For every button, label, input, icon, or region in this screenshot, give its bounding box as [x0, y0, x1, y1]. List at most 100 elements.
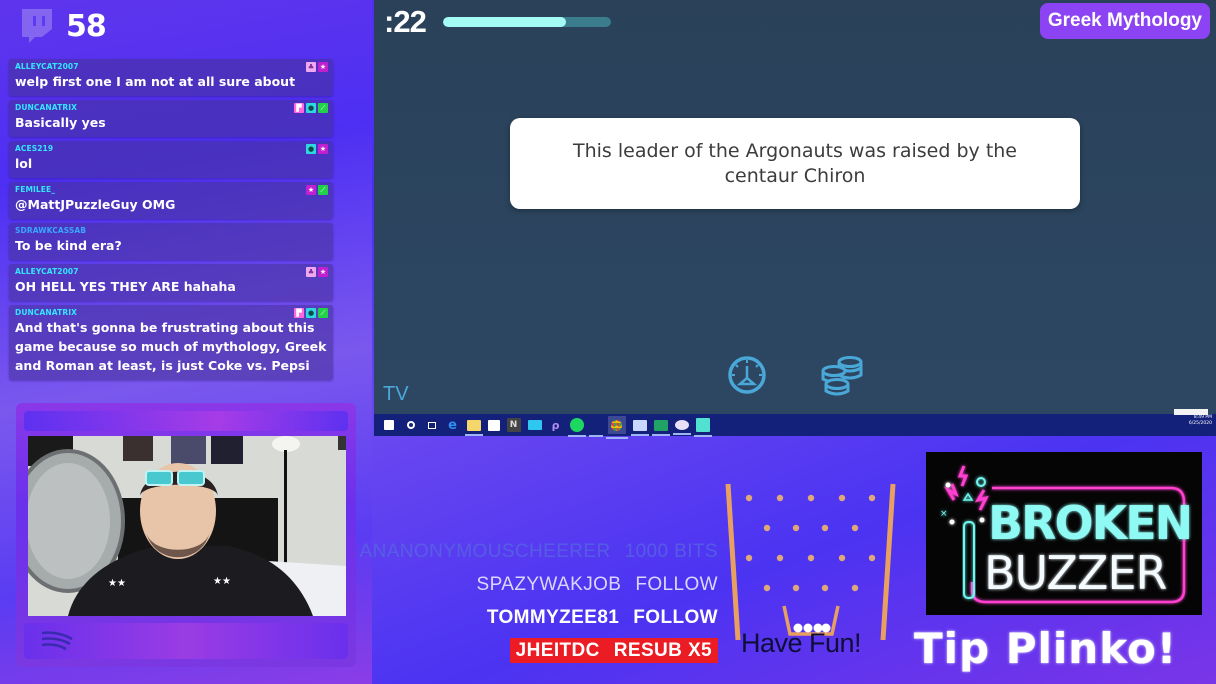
green-badge-icon: ⟋	[318, 103, 328, 113]
chat-username[interactable]: FEMILEE_	[15, 185, 327, 195]
question-text: This leader of the Argonauts was raised …	[573, 139, 1017, 187]
category-badge: Greek Mythology	[1039, 3, 1210, 39]
plinko-peg	[745, 494, 753, 502]
plinko-peg	[792, 524, 800, 532]
timer-progress-bar	[443, 17, 611, 27]
chat-badges: ♣ ★	[306, 62, 328, 72]
pink-light-badge-icon: ♣	[306, 62, 316, 72]
excel-icon[interactable]	[651, 419, 670, 436]
app-icon[interactable]: ρ	[549, 418, 563, 432]
alert-action: RESUB X5	[613, 640, 712, 661]
chat-message: ALLEYCAT2007 OH HELL YES THEY ARE hahaha ♣…	[9, 264, 333, 301]
chat-text: And that's gonna be frustrating about th…	[15, 320, 327, 373]
chat-message: FEMILEE_ @MattJPuzzleGuy OMG ★ ⟋	[9, 182, 333, 219]
magenta-badge-icon: ★	[318, 267, 328, 277]
category-label: Greek Mythology	[1047, 10, 1202, 31]
alert-action: FOLLOW	[633, 607, 718, 628]
plinko-peg	[807, 494, 815, 502]
app2-icon[interactable]	[693, 418, 712, 437]
game-screen: :22 Greek Mythology This leader of the A…	[374, 0, 1216, 414]
windows-taskbar: e N ρ 8:49 PM 6/25/2020	[374, 409, 1216, 439]
plinko-peg	[838, 494, 846, 502]
cyan-badge-icon: ●	[306, 144, 316, 154]
chat-badges: ▛ ● ⟋	[294, 308, 328, 318]
tv-label: TV	[383, 383, 409, 405]
alert-row: TOMMYZEE81 FOLLOW	[360, 604, 718, 637]
coins-icon[interactable]	[820, 355, 864, 397]
question-card: This leader of the Argonauts was raised …	[510, 118, 1080, 209]
countdown-timer: :22	[384, 4, 427, 39]
windows-start-icon[interactable]	[384, 420, 394, 430]
clock-date: 6/25/2020	[1188, 421, 1212, 426]
chat-text: lol	[15, 156, 33, 171]
cortana-icon[interactable]	[404, 418, 418, 432]
chat-text: Basically yes	[15, 115, 106, 130]
webcam-frame-bottom	[24, 623, 348, 659]
alert-user: TOMMYZEE81	[486, 607, 620, 628]
chat-username[interactable]: DUNCANATRIX	[15, 308, 327, 318]
alert-row: ANANONYMOUSCHEERER 1000 BITS	[360, 538, 718, 571]
task-view-icon[interactable]	[425, 418, 439, 432]
edge-icon[interactable]: e	[446, 418, 460, 433]
alert-user: SPAZYWAKJOB	[476, 574, 622, 595]
plinko-peg	[776, 494, 784, 502]
system-tray[interactable]: 8:49 PM 6/25/2020	[1174, 409, 1212, 427]
logo-sparkle-icons: ×	[940, 465, 989, 525]
chat-username[interactable]: DUNCANATRIX	[15, 103, 327, 113]
file-explorer-icon[interactable]	[464, 419, 483, 436]
plinko-peg	[868, 554, 876, 562]
broken-buzzer-logo: × BROKEN BUZZER	[926, 452, 1202, 615]
cyan-badge-icon: ●	[306, 103, 316, 113]
alert-row: SPAZYWAKJOB FOLLOW	[360, 571, 718, 604]
webcam-frame: ★★ ★★	[16, 403, 356, 667]
plinko-peg	[851, 524, 859, 532]
chat-badges: ★ ⟋	[306, 185, 328, 195]
chat-message: ALLEYCAT2007 welp first one I am not at a…	[9, 59, 333, 96]
webcam-video: ★★ ★★	[28, 436, 346, 616]
plinko-peg	[792, 584, 800, 592]
pinkbar-badge-icon: ▛	[294, 103, 304, 113]
chat-panel: 58 ALLEYCAT2007 welp first one I am not a…	[0, 0, 372, 684]
chat-badges: ♣ ★	[306, 267, 328, 277]
chat-username[interactable]: ALLEYCAT2007	[15, 267, 327, 277]
notion-icon[interactable]: N	[506, 418, 521, 432]
twitch-icon	[22, 9, 52, 43]
chat-username[interactable]: ACES219	[15, 144, 327, 154]
empty-slot	[588, 418, 603, 437]
webcam-image: ★★ ★★	[28, 436, 346, 616]
svg-text:★★: ★★	[213, 576, 231, 587]
alerts-list: ANANONYMOUSCHEERER 1000 BITS SPAZYWAKJOB FO…	[360, 538, 718, 670]
magenta-badge-icon: ★	[318, 144, 328, 154]
chrome-icon[interactable]	[605, 416, 628, 439]
plinko-peg	[776, 554, 784, 562]
svg-text:★★: ★★	[108, 578, 126, 589]
chat-message: DUNCANATRIX And that's gonna be frustrati…	[9, 305, 333, 380]
chat-message: ACES219 lol ● ★	[9, 141, 333, 178]
chat-username[interactable]: SDRAWKCASSAB	[15, 226, 327, 236]
chat-badges: ▛ ● ⟋	[294, 103, 328, 113]
chat-text: OH HELL YES THEY ARE hahaha	[15, 279, 236, 294]
alert-action: FOLLOW	[635, 574, 718, 595]
tip-plinko-label: Tip Plinko!	[914, 624, 1178, 673]
paint-icon[interactable]	[672, 420, 691, 435]
plinko-left-wall	[725, 483, 741, 641]
speedometer-icon[interactable]	[726, 354, 768, 396]
logo-line2: BUZZER	[984, 546, 1167, 600]
pink-light-badge-icon: ♣	[306, 267, 316, 277]
chat-username[interactable]: ALLEYCAT2007	[15, 62, 327, 72]
mail-icon[interactable]	[527, 420, 542, 430]
plinko-peg	[851, 584, 859, 592]
viewer-count: 58	[18, 6, 107, 46]
alert-action: 1000 BITS	[624, 541, 718, 562]
spotify-icon[interactable]	[567, 418, 586, 437]
store-icon[interactable]	[487, 419, 500, 431]
alert-row: JHEITDC RESUB X5	[360, 637, 718, 670]
chat-text: To be kind era?	[15, 238, 122, 253]
plinko-peg	[868, 494, 876, 502]
window-icon[interactable]	[630, 419, 649, 436]
chat-badges: ● ★	[306, 144, 328, 154]
svg-text:×: ×	[940, 509, 948, 519]
plinko-peg	[821, 524, 829, 532]
alert-user: ANANONYMOUSCHEERER	[359, 541, 611, 562]
cyan-badge-icon: ●	[306, 308, 316, 318]
